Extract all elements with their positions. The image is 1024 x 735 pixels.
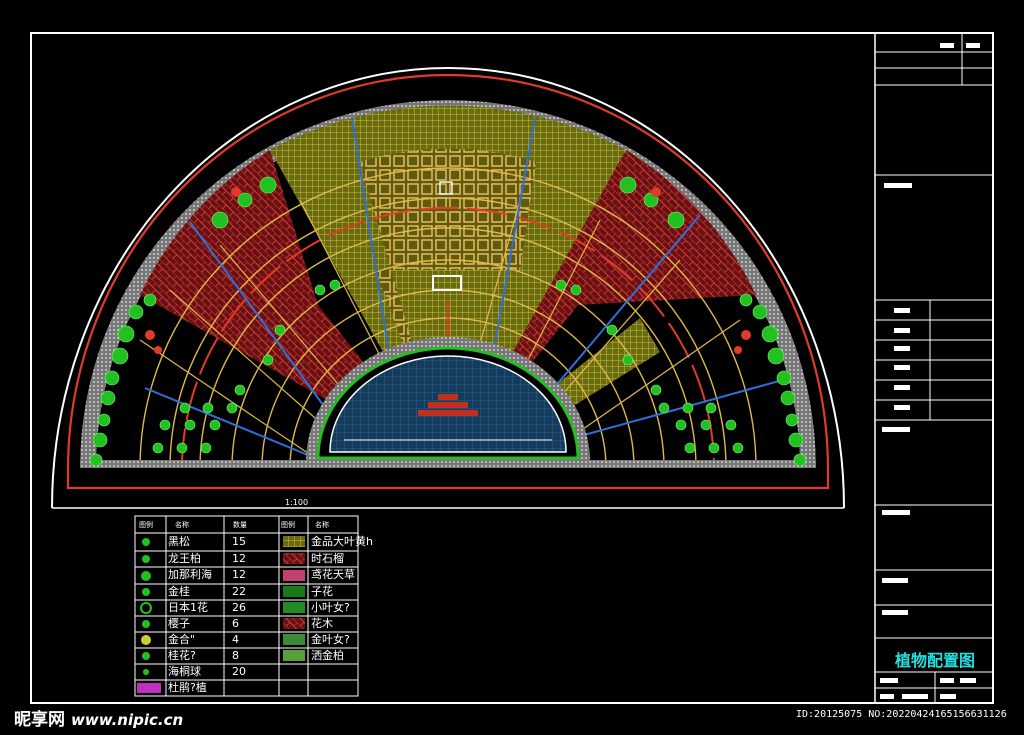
image-id-label: ID:20125075 NO:20220424165156631126 [796, 709, 1007, 720]
legend-header-row: 图例 名称 数量 图例 名称 [135, 517, 358, 533]
shrub-name: 金品大叶黄h [311, 535, 373, 548]
legend-header-qty: 数量 [233, 521, 247, 529]
shrub-name: 洒金柏 [311, 649, 344, 662]
legend-header-name-2: 名称 [315, 521, 329, 529]
plant-qty: 12 [232, 568, 246, 581]
drawing-title: 植物配置图 [895, 651, 976, 670]
watermark: 昵享网 www.nipic.cn [14, 705, 183, 730]
shrub-name: 花木 [311, 617, 333, 630]
watermark-brand: 昵享网 [14, 710, 65, 730]
shrub-name: 子花 [311, 585, 333, 598]
watermark-url: www.nipic.cn [71, 711, 184, 729]
shrub-name: 时石榴 [311, 552, 344, 565]
planting-legend: 图例 名称 数量 图例 名称 黑松 15 金品大叶黄h 龙王柏 12 时石榴 加… [135, 516, 373, 696]
legend-header-symbol: 图例 [139, 521, 153, 529]
legend-header-name: 名称 [175, 521, 189, 529]
title-block-grid [875, 33, 993, 703]
ground-strip [80, 460, 816, 468]
plant-qty: 12 [232, 552, 246, 565]
shrub-name: 鸢花天草 [311, 568, 355, 581]
plant-qty: 6 [232, 617, 239, 630]
plant-qty: 26 [232, 601, 246, 614]
plant-qty: 20 [232, 665, 246, 678]
plant-name: 杜鹃?植 [168, 681, 207, 694]
shrub-name: 小叶女? [311, 601, 350, 614]
plant-qty: 8 [232, 649, 239, 662]
plant-qty: 4 [232, 633, 239, 646]
legend-header-symbol-2: 图例 [281, 521, 295, 529]
plant-qty: 22 [232, 585, 246, 598]
shrub-name: 金叶女? [311, 633, 350, 646]
plant-qty: 15 [232, 535, 246, 548]
scale-label: 1:100 [285, 498, 309, 507]
